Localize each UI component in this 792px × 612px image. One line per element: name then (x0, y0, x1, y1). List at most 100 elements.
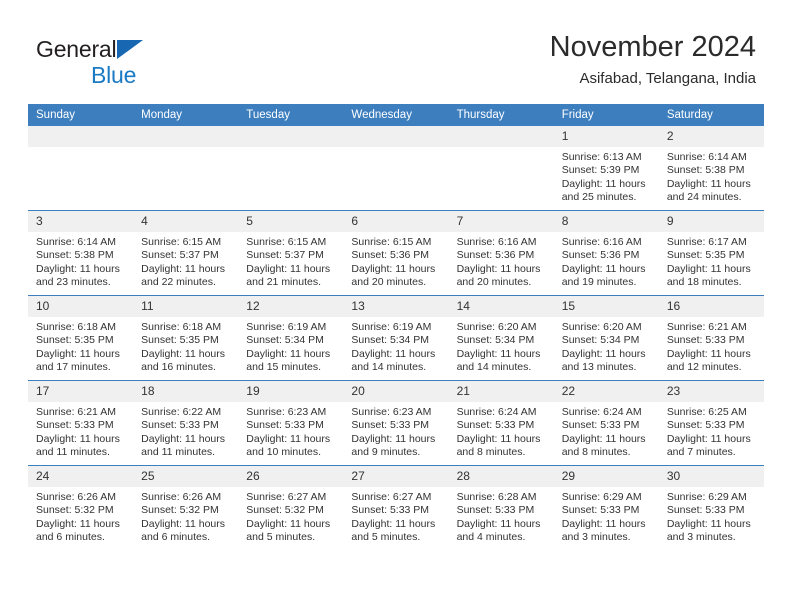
calendar-day-cell[interactable]: 9 Sunrise: 6:17 AM Sunset: 5:35 PM Daylight… (658, 210, 764, 296)
daylight-text: Daylight: 11 hours and 7 minutes. (666, 432, 751, 459)
sunset-text: Sunset: 5:33 PM (666, 419, 745, 432)
calendar-day-cell[interactable]: 15 Sunrise: 6:20 AM Sunset: 5:34 PM Dayligh… (553, 295, 659, 381)
daylight-text: Daylight: 11 hours and 18 minutes. (666, 262, 751, 289)
daylight-text: Daylight: 11 hours and 6 minutes. (141, 517, 225, 544)
calendar-day-cell[interactable]: 4 Sunrise: 6:15 AM Sunset: 5:37 PM Daylight… (133, 210, 239, 296)
day-details: Sunrise: 6:13 AM Sunset: 5:39 PM Daylight:… (554, 147, 659, 205)
day-details: Sunrise: 6:29 AM Sunset: 5:33 PM Daylight:… (554, 487, 659, 545)
sunset-text: Sunset: 5:32 PM (36, 504, 114, 517)
weekday-header-thursday: Thursday (448, 104, 554, 126)
day-number (238, 126, 344, 147)
calendar-day-cell[interactable]: 20 Sunrise: 6:23 AM Sunset: 5:33 PM Dayligh… (343, 380, 449, 466)
daylight-text: Daylight: 11 hours and 5 minutes. (351, 517, 436, 544)
day-number: 25 (133, 466, 239, 487)
daylight-text: Daylight: 11 hours and 4 minutes. (456, 517, 541, 544)
sunset-text: Sunset: 5:33 PM (456, 419, 535, 432)
calendar-day-cell[interactable]: 14 Sunrise: 6:20 AM Sunset: 5:34 PM Dayligh… (448, 295, 554, 381)
day-details: Sunrise: 6:24 AM Sunset: 5:33 PM Daylight:… (449, 402, 554, 460)
sunrise-text: Sunrise: 6:24 AM (561, 406, 642, 418)
day-number (28, 126, 134, 147)
sunrise-text: Sunrise: 6:28 AM (456, 491, 537, 503)
day-details: Sunrise: 6:14 AM Sunset: 5:38 PM Daylight:… (28, 232, 133, 290)
sunset-text: Sunset: 5:33 PM (141, 419, 219, 432)
calendar-header-row: Sunday Monday Tuesday Wednesday Thursday… (28, 104, 764, 126)
day-number: 4 (133, 211, 239, 232)
calendar-day-cell[interactable]: 7 Sunrise: 6:16 AM Sunset: 5:36 PM Daylight… (448, 210, 554, 296)
day-number: 15 (553, 296, 659, 317)
brand-name-general: General (36, 36, 117, 62)
calendar-day-cell[interactable]: 23 Sunrise: 6:25 AM Sunset: 5:33 PM Dayligh… (658, 380, 764, 466)
calendar-day-cell[interactable]: 19 Sunrise: 6:23 AM Sunset: 5:33 PM Dayligh… (238, 380, 344, 466)
calendar-day-cell[interactable]: 16 Sunrise: 6:21 AM Sunset: 5:33 PM Dayligh… (658, 295, 764, 381)
daylight-text: Daylight: 11 hours and 23 minutes. (36, 262, 120, 289)
day-details: Sunrise: 6:24 AM Sunset: 5:33 PM Daylight:… (554, 402, 659, 460)
calendar-day-cell[interactable]: 12 Sunrise: 6:19 AM Sunset: 5:34 PM Dayligh… (238, 295, 344, 381)
calendar-day-cell[interactable]: 22 Sunrise: 6:24 AM Sunset: 5:33 PM Dayligh… (553, 380, 659, 466)
daylight-text: Daylight: 11 hours and 11 minutes. (141, 432, 225, 459)
page-header: General Blue November 2024 Asifabad, Tel… (0, 0, 792, 100)
day-number: 17 (28, 381, 134, 402)
brand-logo[interactable]: General Blue (36, 36, 236, 92)
calendar-day-cell[interactable]: 8 Sunrise: 6:16 AM Sunset: 5:36 PM Daylight… (553, 210, 659, 296)
day-number: 14 (448, 296, 554, 317)
sunset-text: Sunset: 5:38 PM (666, 164, 745, 177)
day-details: Sunrise: 6:16 AM Sunset: 5:36 PM Daylight:… (449, 232, 554, 290)
sunset-text: Sunset: 5:33 PM (351, 504, 430, 517)
day-details: Sunrise: 6:23 AM Sunset: 5:33 PM Daylight:… (238, 402, 343, 460)
calendar-week-row: 24 Sunrise: 6:26 AM Sunset: 5:32 PM Dayligh… (28, 465, 764, 550)
sunrise-text: Sunrise: 6:14 AM (36, 236, 116, 248)
calendar-day-cell[interactable]: 13 Sunrise: 6:19 AM Sunset: 5:34 PM Dayligh… (343, 295, 449, 381)
calendar-day-cell[interactable]: 26 Sunrise: 6:27 AM Sunset: 5:32 PM Dayligh… (238, 465, 344, 550)
sunrise-text: Sunrise: 6:19 AM (351, 321, 432, 333)
weekday-header-saturday: Saturday (658, 104, 764, 126)
calendar-grid: Sunday Monday Tuesday Wednesday Thursday… (28, 104, 764, 550)
daylight-text: Daylight: 11 hours and 12 minutes. (666, 347, 751, 374)
sunset-text: Sunset: 5:33 PM (561, 504, 640, 517)
daylight-text: Daylight: 11 hours and 20 minutes. (456, 262, 541, 289)
daylight-text: Daylight: 11 hours and 3 minutes. (561, 517, 646, 544)
calendar-day-cell[interactable]: 1 Sunrise: 6:13 AM Sunset: 5:39 PM Daylight… (553, 126, 659, 211)
day-details: Sunrise: 6:19 AM Sunset: 5:34 PM Daylight:… (238, 317, 343, 375)
daylight-text: Daylight: 11 hours and 21 minutes. (246, 262, 331, 289)
sunset-text: Sunset: 5:34 PM (456, 334, 535, 347)
calendar-day-cell[interactable]: 24 Sunrise: 6:26 AM Sunset: 5:32 PM Dayligh… (28, 465, 134, 550)
sunset-text: Sunset: 5:33 PM (351, 419, 430, 432)
sunset-text: Sunset: 5:37 PM (141, 249, 219, 262)
day-details: Sunrise: 6:25 AM Sunset: 5:33 PM Daylight:… (659, 402, 764, 460)
sunset-text: Sunset: 5:35 PM (141, 334, 219, 347)
sunrise-text: Sunrise: 6:24 AM (456, 406, 537, 418)
brand-name-blue: Blue (91, 62, 137, 88)
calendar-day-cell[interactable]: 30 Sunrise: 6:29 AM Sunset: 5:33 PM Dayligh… (658, 465, 764, 550)
daylight-text: Daylight: 11 hours and 22 minutes. (141, 262, 225, 289)
page-title: November 2024 (549, 31, 756, 63)
daylight-text: Daylight: 11 hours and 19 minutes. (561, 262, 646, 289)
calendar-day-cell[interactable]: 5 Sunrise: 6:15 AM Sunset: 5:37 PM Daylight… (238, 210, 344, 296)
daylight-text: Daylight: 11 hours and 25 minutes. (561, 177, 646, 204)
daylight-text: Daylight: 11 hours and 24 minutes. (666, 177, 751, 204)
day-details: Sunrise: 6:26 AM Sunset: 5:32 PM Daylight:… (133, 487, 238, 545)
calendar-day-cell[interactable]: 11 Sunrise: 6:18 AM Sunset: 5:35 PM Dayligh… (133, 295, 239, 381)
sunrise-text: Sunrise: 6:18 AM (141, 321, 222, 333)
calendar-day-cell[interactable]: 10 Sunrise: 6:18 AM Sunset: 5:35 PM Dayligh… (28, 295, 134, 381)
sunrise-text: Sunrise: 6:14 AM (666, 151, 747, 163)
calendar-day-cell[interactable]: 29 Sunrise: 6:29 AM Sunset: 5:33 PM Dayligh… (553, 465, 659, 550)
calendar-day-cell[interactable]: 21 Sunrise: 6:24 AM Sunset: 5:33 PM Dayligh… (448, 380, 554, 466)
sunrise-text: Sunrise: 6:19 AM (246, 321, 327, 333)
weekday-header-friday: Friday (553, 104, 659, 126)
sunset-text: Sunset: 5:33 PM (456, 504, 535, 517)
day-number: 16 (658, 296, 764, 317)
calendar-day-cell[interactable]: 2 Sunrise: 6:14 AM Sunset: 5:38 PM Daylight… (658, 126, 764, 211)
daylight-text: Daylight: 11 hours and 15 minutes. (246, 347, 331, 374)
calendar-day-cell[interactable]: 28 Sunrise: 6:28 AM Sunset: 5:33 PM Dayligh… (448, 465, 554, 550)
sunrise-text: Sunrise: 6:23 AM (351, 406, 432, 418)
day-number: 22 (553, 381, 659, 402)
title-block: November 2024 Asifabad, Telangana, India (550, 30, 756, 90)
calendar-day-cell[interactable]: 27 Sunrise: 6:27 AM Sunset: 5:33 PM Dayligh… (343, 465, 449, 550)
calendar-day-cell[interactable]: 18 Sunrise: 6:22 AM Sunset: 5:33 PM Dayligh… (133, 380, 239, 466)
calendar-day-cell[interactable]: 25 Sunrise: 6:26 AM Sunset: 5:32 PM Dayligh… (133, 465, 239, 550)
calendar-day-cell[interactable]: 6 Sunrise: 6:15 AM Sunset: 5:36 PM Daylight… (343, 210, 449, 296)
calendar-day-cell[interactable]: 3 Sunrise: 6:14 AM Sunset: 5:38 PM Daylight… (28, 210, 134, 296)
sunset-text: Sunset: 5:33 PM (561, 419, 640, 432)
day-details: Sunrise: 6:18 AM Sunset: 5:35 PM Daylight:… (133, 317, 238, 375)
calendar-day-cell[interactable]: 17 Sunrise: 6:21 AM Sunset: 5:33 PM Dayligh… (28, 380, 134, 466)
